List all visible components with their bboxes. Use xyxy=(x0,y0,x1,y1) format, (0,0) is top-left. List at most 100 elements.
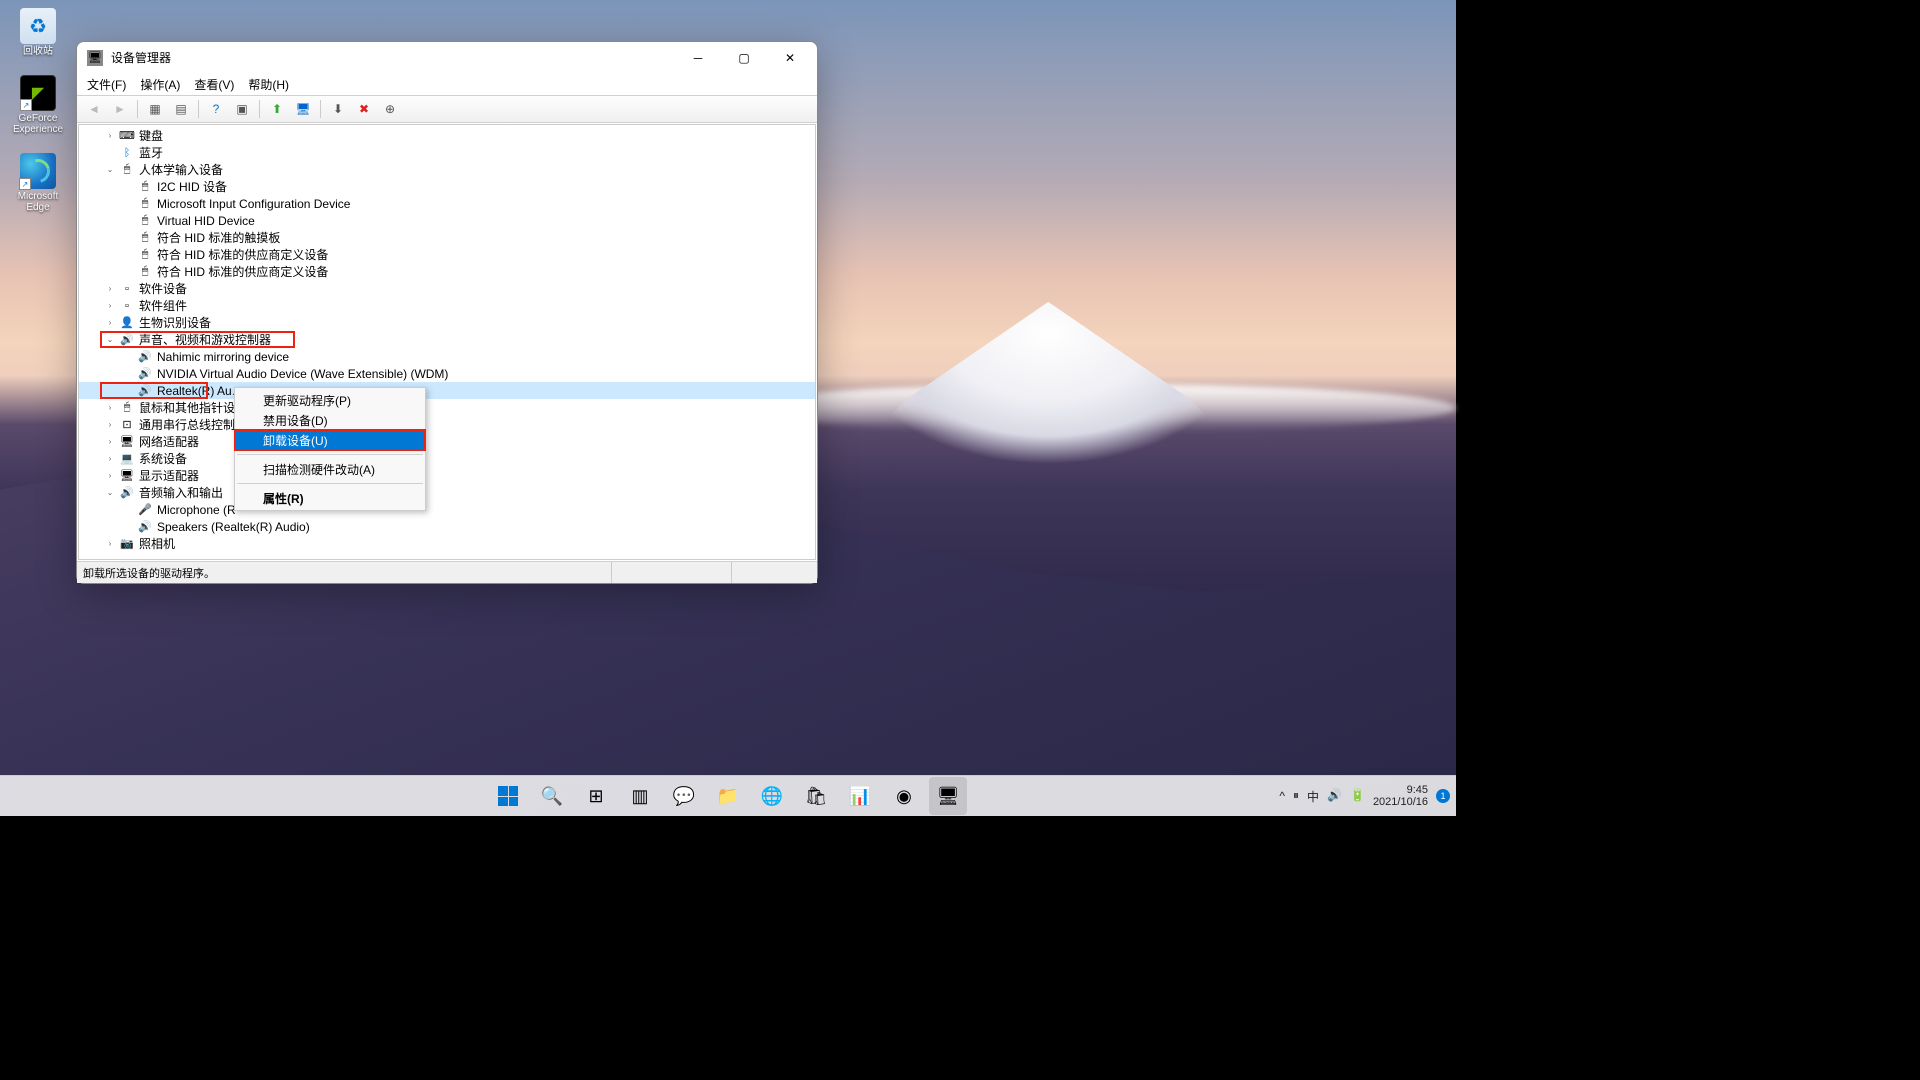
taskbar-edge[interactable]: 🌐 xyxy=(753,777,791,815)
tree-node[interactable]: ›👤生物识别设备 xyxy=(79,314,815,331)
tree-node[interactable]: ›🖥显示适配器 xyxy=(79,467,815,484)
tree-node[interactable]: ›🖱鼠标和其他指针设 xyxy=(79,399,815,416)
notification-badge[interactable]: 1 xyxy=(1436,789,1450,803)
tree-node-label: Nahimic mirroring device xyxy=(157,350,289,364)
taskbar-taskview[interactable]: ⊞ xyxy=(577,777,615,815)
show-hidden-button[interactable]: ▣ xyxy=(231,98,253,120)
taskbar-search[interactable]: 🔍 xyxy=(533,777,571,815)
tree-node[interactable]: 🖱Virtual HID Device xyxy=(79,212,815,229)
device-tree[interactable]: ›⌨键盘ᛒ蓝牙⌄🖱人体学输入设备🖱I2C HID 设备🖱Microsoft In… xyxy=(79,125,815,559)
expand-icon[interactable]: › xyxy=(103,437,117,446)
help-button[interactable]: ? xyxy=(205,98,227,120)
menu-查看[interactable]: 查看(V) xyxy=(194,76,234,93)
tree-node-label: 照相机 xyxy=(139,535,175,552)
tree-node-label: 网络适配器 xyxy=(139,433,199,450)
desktop-icon-geforce[interactable]: ↗GeForce Experience xyxy=(8,75,68,135)
context-menu-item[interactable]: 禁用设备(D) xyxy=(235,410,425,430)
tree-node[interactable]: ›⌨键盘 xyxy=(79,127,815,144)
tree-node[interactable]: 🖱符合 HID 标准的供应商定义设备 xyxy=(79,246,815,263)
desktop-icon-recycle[interactable]: 回收站 xyxy=(8,8,68,57)
show-hide-console-button[interactable]: ▦ xyxy=(144,98,166,120)
tree-node-label: 生物识别设备 xyxy=(139,314,211,331)
context-menu-item[interactable]: 卸载设备(U) xyxy=(235,430,425,450)
tray-icon[interactable]: 🔊 xyxy=(1327,788,1342,805)
menu-帮助[interactable]: 帮助(H) xyxy=(248,76,289,93)
expand-icon[interactable]: ⌄ xyxy=(103,165,117,174)
taskbar-devmgr[interactable]: 🖥 xyxy=(929,777,967,815)
tree-node[interactable]: 🔊NVIDIA Virtual Audio Device (Wave Exten… xyxy=(79,365,815,382)
titlebar[interactable]: 设备管理器 ─ ▢ ✕ xyxy=(77,42,817,73)
device-icon: 🖱 xyxy=(137,247,153,263)
device-icon: 🖱 xyxy=(137,230,153,246)
expand-icon[interactable]: › xyxy=(103,284,117,293)
expand-icon[interactable]: › xyxy=(103,539,117,548)
tray-icon[interactable]: 中 xyxy=(1307,788,1319,805)
minimize-button[interactable]: ─ xyxy=(675,42,721,73)
device-icon: ▫ xyxy=(119,298,135,314)
tree-node[interactable]: ›▫软件设备 xyxy=(79,280,815,297)
expand-icon[interactable]: › xyxy=(103,403,117,412)
tree-node[interactable]: 🔊Nahimic mirroring device xyxy=(79,348,815,365)
tree-node[interactable]: ›🖥网络适配器 xyxy=(79,433,815,450)
tree-node[interactable]: ›▫软件组件 xyxy=(79,297,815,314)
tray-icon[interactable]: ⏸ xyxy=(1293,788,1299,805)
menu-操作[interactable]: 操作(A) xyxy=(140,76,180,93)
taskbar-store[interactable]: 🛍 xyxy=(797,777,835,815)
tree-node[interactable]: ›💻系统设备 xyxy=(79,450,815,467)
tree-node[interactable]: ⌄🔊音频输入和输出 xyxy=(79,484,815,501)
disable-device-button[interactable]: ⬇ xyxy=(327,98,349,120)
expand-icon[interactable]: › xyxy=(103,318,117,327)
expand-icon[interactable]: › xyxy=(103,301,117,310)
clock[interactable]: 9:45 2021/10/16 xyxy=(1373,784,1428,808)
expand-icon[interactable]: ⌄ xyxy=(103,488,117,497)
tree-node-label: 系统设备 xyxy=(139,450,187,467)
taskbar-widgets[interactable]: ▥ xyxy=(621,777,659,815)
context-menu-item[interactable]: 属性(R) xyxy=(235,488,425,508)
taskbar-explorer[interactable]: 📁 xyxy=(709,777,747,815)
expand-icon[interactable]: ⌄ xyxy=(103,335,117,344)
desktop-icon-label: 回收站 xyxy=(23,46,53,57)
desktop-icon-edge[interactable]: ↗Microsoft Edge xyxy=(8,153,68,213)
tree-node[interactable]: 🖱符合 HID 标准的触摸板 xyxy=(79,229,815,246)
device-icon: 💻 xyxy=(119,451,135,467)
menu-文件[interactable]: 文件(F) xyxy=(87,76,126,93)
tree-node[interactable]: ᛒ蓝牙 xyxy=(79,144,815,161)
properties-button[interactable]: ▤ xyxy=(170,98,192,120)
tree-node[interactable]: 🔊Speakers (Realtek(R) Audio) xyxy=(79,518,815,535)
tree-node[interactable]: ⌄🖱人体学输入设备 xyxy=(79,161,815,178)
uninstall-device-button[interactable]: ✖ xyxy=(353,98,375,120)
taskbar-start[interactable] xyxy=(489,777,527,815)
close-button[interactable]: ✕ xyxy=(767,42,813,73)
scan-hardware-button[interactable]: 🖥 xyxy=(292,98,314,120)
tree-node-label: 显示适配器 xyxy=(139,467,199,484)
tree-node-label: Virtual HID Device xyxy=(157,214,255,228)
device-icon: 🖱 xyxy=(119,400,135,416)
expand-icon[interactable]: › xyxy=(103,454,117,463)
expand-icon[interactable]: › xyxy=(103,420,117,429)
expand-icon[interactable]: › xyxy=(103,131,117,140)
tree-node[interactable]: 🖱I2C HID 设备 xyxy=(79,178,815,195)
tree-node[interactable]: ›📷照相机 xyxy=(79,535,815,552)
tray-icon[interactable]: 🔋 xyxy=(1350,788,1365,805)
taskbar-chat[interactable]: 💬 xyxy=(665,777,703,815)
tree-node[interactable]: 🖱符合 HID 标准的供应商定义设备 xyxy=(79,263,815,280)
tray-chevron-icon[interactable]: ^ xyxy=(1279,789,1285,803)
taskbar-cortana[interactable]: ◉ xyxy=(885,777,923,815)
add-legacy-button[interactable]: ⊕ xyxy=(379,98,401,120)
taskbar-app1[interactable]: 📊 xyxy=(841,777,879,815)
tree-node-label: 音频输入和输出 xyxy=(139,484,223,501)
tree-node[interactable]: ›⊡通用串行总线控制 xyxy=(79,416,815,433)
tree-node[interactable]: 🎤Microphone (R xyxy=(79,501,815,518)
tree-node[interactable]: 🔊Realtek(R) Au… xyxy=(79,382,815,399)
window-title: 设备管理器 xyxy=(111,49,675,66)
tree-node-label: NVIDIA Virtual Audio Device (Wave Extens… xyxy=(157,367,448,381)
tree-node[interactable]: ⌄🔊声音、视频和游戏控制器 xyxy=(79,331,815,348)
expand-icon[interactable]: › xyxy=(103,471,117,480)
tree-node[interactable]: 🖱Microsoft Input Configuration Device xyxy=(79,195,815,212)
maximize-button[interactable]: ▢ xyxy=(721,42,767,73)
context-menu-item[interactable]: 扫描检测硬件改动(A) xyxy=(235,459,425,479)
update-driver-button[interactable]: ⬆ xyxy=(266,98,288,120)
context-menu-item[interactable]: 更新驱动程序(P) xyxy=(235,390,425,410)
status-text: 卸载所选设备的驱动程序。 xyxy=(83,562,611,583)
device-icon: 🖱 xyxy=(137,179,153,195)
